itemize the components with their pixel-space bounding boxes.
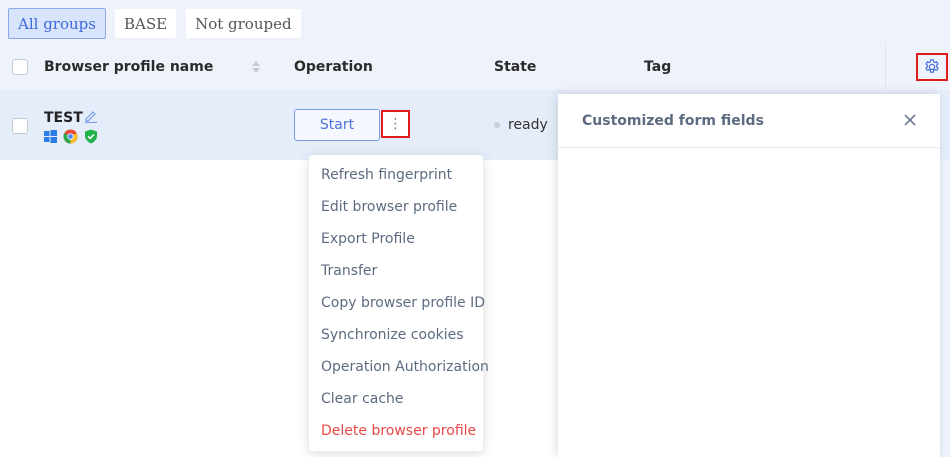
menu-item-edit-browser-profile[interactable]: Edit browser profile <box>309 191 483 223</box>
tab-all-groups[interactable]: All groups <box>8 8 106 39</box>
table-header: Browser profile name Operation State Tag <box>0 44 886 90</box>
edit-icon[interactable] <box>84 109 98 123</box>
menu-item-operation-authorization[interactable]: Operation Authorization <box>309 351 489 383</box>
panel-close-button[interactable] <box>900 110 920 130</box>
tab-base[interactable]: BASE <box>113 8 178 39</box>
state-cell: ready <box>494 117 548 133</box>
shield-check-icon <box>85 129 97 144</box>
chrome-icon <box>63 129 78 144</box>
header-browser-profile-name[interactable]: Browser profile name <box>44 44 213 90</box>
state-label: ready <box>508 117 548 133</box>
state-dot <box>494 122 500 128</box>
panel-title: Customized form fields <box>582 113 764 129</box>
menu-item-refresh-fingerprint[interactable]: Refresh fingerprint <box>309 159 483 191</box>
group-tabs: All groups BASE Not grouped <box>8 8 302 39</box>
start-button[interactable]: Start <box>294 109 380 141</box>
select-all-checkbox[interactable] <box>12 59 28 75</box>
profile-icons <box>44 129 98 144</box>
column-settings-button[interactable] <box>916 53 948 81</box>
tab-not-grouped[interactable]: Not grouped <box>185 8 302 39</box>
sort-icon[interactable] <box>252 61 260 73</box>
more-actions-button[interactable]: ⋮ <box>381 110 410 138</box>
panel-divider <box>558 147 940 148</box>
header-state: State <box>494 59 537 75</box>
menu-item-transfer[interactable]: Transfer <box>309 255 483 287</box>
menu-item-delete-browser-profile[interactable]: Delete browser profile <box>309 415 483 447</box>
profile-name: TEST <box>44 110 83 126</box>
windows-icon <box>44 130 57 143</box>
header-operation: Operation <box>294 59 373 75</box>
operation-dropdown-menu: Refresh fingerprint Edit browser profile… <box>309 155 489 451</box>
more-vertical-icon: ⋮ <box>388 116 403 132</box>
menu-item-copy-profile-id[interactable]: Copy browser profile ID <box>309 287 485 319</box>
menu-item-export-profile[interactable]: Export Profile <box>309 223 483 255</box>
header-tag: Tag <box>644 59 672 75</box>
row-checkbox[interactable] <box>12 118 28 134</box>
customized-form-fields-panel: Customized form fields <box>558 94 940 457</box>
close-icon <box>904 114 916 126</box>
gear-icon <box>925 59 939 73</box>
menu-item-clear-cache[interactable]: Clear cache <box>309 383 483 415</box>
menu-item-synchronize-cookies[interactable]: Synchronize cookies <box>309 319 483 351</box>
